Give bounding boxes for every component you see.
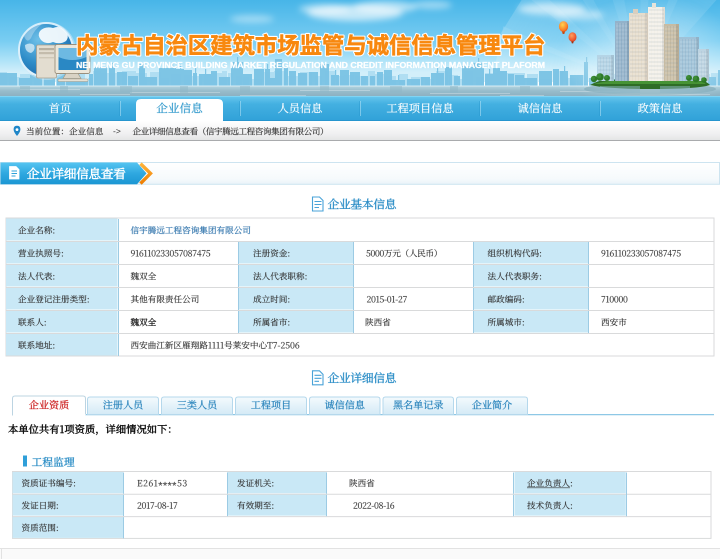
- svg-text:NEI MENG GU PROVINCE BUILDING: NEI MENG GU PROVINCE BUILDING MARKET REG…: [76, 61, 545, 70]
- svg-text:->: ->: [113, 126, 121, 136]
